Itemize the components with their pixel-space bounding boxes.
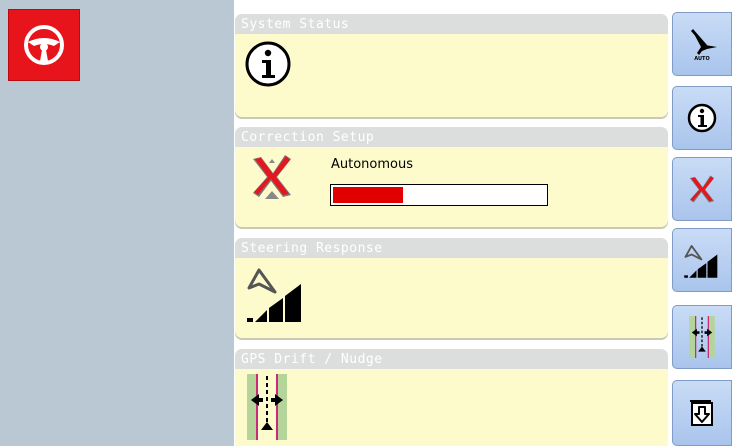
right-sidebar: AUTO (672, 0, 732, 446)
info-button[interactable] (672, 86, 732, 150)
card-title: Steering Response (235, 238, 668, 258)
info-icon (687, 103, 717, 133)
gps-drift-nudge-card[interactable]: GPS Drift / Nudge (235, 349, 668, 446)
system-status-card[interactable]: System Status (235, 14, 668, 117)
gps-nudge-icon (689, 316, 715, 358)
correction-off-icon (689, 175, 715, 203)
correction-off-icon (253, 155, 291, 199)
card-title: Correction Setup (235, 127, 668, 147)
correction-setup-card[interactable]: Correction Setup Autonomous (235, 127, 668, 227)
autosteer-icon: AUTO (691, 29, 717, 62)
download-icon (690, 400, 713, 426)
autosteer-button[interactable]: AUTO (672, 12, 732, 76)
info-icon (245, 41, 291, 87)
correction-progress-fill (333, 187, 403, 203)
steering-response-button[interactable] (672, 228, 732, 292)
download-button[interactable] (672, 380, 732, 446)
correction-mode-label: Autonomous (331, 157, 414, 172)
left-panel (0, 0, 234, 446)
steering-response-card[interactable]: Steering Response (235, 238, 668, 338)
gps-nudge-icon (247, 374, 287, 440)
steering-response-icon (684, 244, 718, 278)
card-title: GPS Drift / Nudge (235, 349, 668, 369)
steering-wheel-icon (24, 25, 64, 65)
main-content: System Status Correction Setup Autonomou… (234, 0, 672, 446)
autosteer-auto-label: AUTO (694, 56, 709, 62)
steering-wheel-button[interactable] (8, 9, 80, 81)
gps-nudge-button[interactable] (672, 305, 732, 369)
card-title: System Status (235, 14, 668, 34)
correction-setup-button[interactable] (672, 157, 732, 221)
correction-progress-bar (330, 184, 548, 206)
steering-response-icon (247, 268, 301, 322)
